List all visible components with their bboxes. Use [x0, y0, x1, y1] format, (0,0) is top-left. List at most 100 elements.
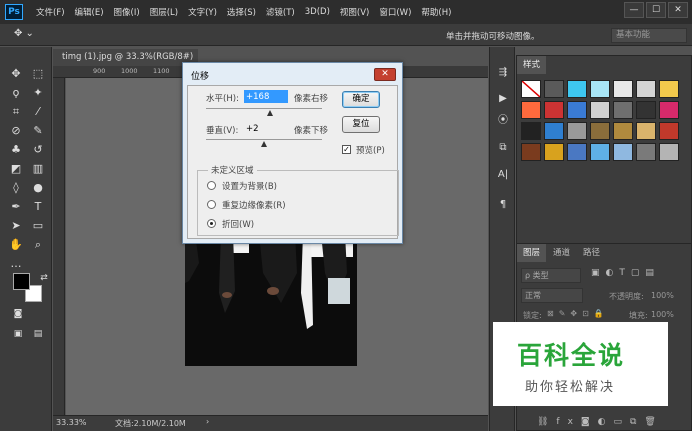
- tab-paths[interactable]: 路径: [577, 244, 606, 262]
- radio-wrap-around[interactable]: [207, 219, 216, 228]
- reset-button[interactable]: 复位: [342, 116, 380, 133]
- eraser-icon[interactable]: ◩: [6, 160, 26, 177]
- dialog-close-button[interactable]: ✕: [374, 68, 396, 81]
- style-swatch[interactable]: [613, 122, 633, 140]
- ok-button[interactable]: 确定: [342, 91, 380, 108]
- document-tab[interactable]: timg (1).jpg @ 33.3%(RGB/8#) * ×: [53, 49, 198, 78]
- marquee-tool-icon[interactable]: ⬚: [28, 65, 48, 82]
- more-tools-icon[interactable]: …: [6, 255, 26, 272]
- blend-mode-select[interactable]: 正常: [521, 288, 583, 303]
- magic-wand-icon[interactable]: ✦: [28, 84, 48, 101]
- style-swatch[interactable]: [521, 101, 541, 119]
- menu-filter[interactable]: 滤镜(T): [261, 6, 300, 18]
- layer-filter-icons[interactable]: ▣◐T▢▤: [591, 268, 660, 278]
- style-swatch[interactable]: [521, 143, 541, 161]
- style-swatch[interactable]: [544, 80, 564, 98]
- quick-mask-icon[interactable]: ◙: [8, 305, 28, 322]
- pen-tool-icon[interactable]: ✒: [6, 198, 26, 215]
- history-panel-icon[interactable]: ⇶: [495, 67, 511, 81]
- menu-3d[interactable]: 3D(D): [300, 7, 335, 17]
- menu-edit[interactable]: 编辑(E): [70, 6, 109, 18]
- menu-window[interactable]: 窗口(W): [374, 6, 416, 18]
- zoom-level[interactable]: 33.33%: [56, 418, 87, 427]
- style-swatch[interactable]: [544, 101, 564, 119]
- type-tool-icon[interactable]: T: [28, 198, 48, 215]
- menu-type[interactable]: 文字(Y): [183, 6, 222, 18]
- screen-mode-icon[interactable]: ▣: [8, 325, 28, 342]
- move-tool-icon[interactable]: ✥: [6, 65, 26, 82]
- lasso-tool-icon[interactable]: ϙ: [6, 84, 26, 101]
- style-none[interactable]: [521, 80, 541, 98]
- opacity-value[interactable]: 100%: [651, 291, 674, 300]
- character-panel-icon[interactable]: A|: [495, 169, 511, 183]
- style-swatch[interactable]: [613, 101, 633, 119]
- move-tool-preset-icon[interactable]: ✥ ⌄: [14, 28, 40, 42]
- style-swatch[interactable]: [590, 101, 610, 119]
- tab-channels[interactable]: 通道: [547, 244, 576, 262]
- option-repeat-edge[interactable]: 重复边缘像素(R): [222, 199, 286, 211]
- swap-colors-icon[interactable]: ⇄: [34, 269, 54, 286]
- vertical-slider-track[interactable]: [206, 139, 322, 140]
- info-panel-icon[interactable]: ⦿: [495, 111, 511, 126]
- clone-source-icon[interactable]: ⧉: [495, 142, 511, 156]
- maximize-button[interactable]: ☐: [646, 2, 666, 18]
- layer-filter-select[interactable]: ρ 类型: [521, 268, 581, 283]
- tab-styles[interactable]: 样式: [517, 56, 547, 74]
- style-swatch[interactable]: [659, 122, 679, 140]
- gradient-icon[interactable]: ▥: [28, 160, 48, 177]
- option-set-background[interactable]: 设置为背景(B): [222, 180, 277, 192]
- menu-help[interactable]: 帮助(H): [416, 6, 456, 18]
- horizontal-slider-thumb[interactable]: [267, 110, 273, 116]
- style-swatch[interactable]: [659, 101, 679, 119]
- style-swatch[interactable]: [544, 143, 564, 161]
- vertical-slider-thumb[interactable]: [261, 141, 267, 147]
- style-swatch[interactable]: [521, 122, 541, 140]
- style-swatch[interactable]: [590, 143, 610, 161]
- fill-value[interactable]: 100%: [651, 310, 674, 319]
- dodge-tool-icon[interactable]: ●: [28, 179, 48, 196]
- vertical-input[interactable]: [244, 122, 288, 135]
- menu-file[interactable]: 文件(F): [31, 6, 70, 18]
- clone-stamp-icon[interactable]: ♣: [6, 141, 26, 158]
- style-swatch[interactable]: [590, 80, 610, 98]
- paragraph-panel-icon[interactable]: ¶: [495, 199, 511, 213]
- blur-tool-icon[interactable]: ◊: [6, 179, 26, 196]
- workspace-selector[interactable]: 基本功能: [611, 28, 687, 43]
- style-swatch[interactable]: [544, 122, 564, 140]
- radio-repeat-edge[interactable]: [207, 200, 216, 209]
- close-window-button[interactable]: ✕: [668, 2, 688, 18]
- menu-image[interactable]: 图像(I): [109, 6, 145, 18]
- menu-layer[interactable]: 图层(L): [145, 6, 183, 18]
- screen-mode-alt-icon[interactable]: ▤: [28, 325, 48, 342]
- style-swatch[interactable]: [659, 80, 679, 98]
- layers-footer-icons[interactable]: ⛓fx◙◐▭⧉🗑: [537, 417, 664, 427]
- style-swatch[interactable]: [613, 80, 633, 98]
- history-brush-icon[interactable]: ↺: [28, 141, 48, 158]
- style-swatch[interactable]: [613, 143, 633, 161]
- status-arrow-icon[interactable]: ›: [206, 417, 209, 426]
- style-swatch[interactable]: [567, 80, 587, 98]
- style-swatch[interactable]: [636, 80, 656, 98]
- option-wrap-around[interactable]: 折回(W): [222, 218, 254, 230]
- lock-icons[interactable]: ⊠✎✥⊡🔒: [547, 309, 609, 318]
- radio-set-background[interactable]: [207, 181, 216, 190]
- menu-view[interactable]: 视图(V): [335, 6, 374, 18]
- zoom-tool-icon[interactable]: ⌕: [28, 236, 48, 253]
- style-swatch[interactable]: [590, 122, 610, 140]
- crop-tool-icon[interactable]: ⌗: [6, 103, 26, 120]
- tab-layers[interactable]: 图层: [517, 244, 547, 262]
- style-swatch[interactable]: [636, 122, 656, 140]
- horizontal-input[interactable]: [244, 90, 288, 103]
- style-swatch[interactable]: [567, 122, 587, 140]
- hand-tool-icon[interactable]: ✋: [6, 236, 26, 253]
- style-swatch[interactable]: [636, 143, 656, 161]
- actions-panel-icon[interactable]: ▶: [495, 93, 511, 107]
- style-swatch[interactable]: [567, 101, 587, 119]
- eyedropper-icon[interactable]: ⁄: [28, 103, 48, 120]
- style-swatch[interactable]: [636, 101, 656, 119]
- minimize-button[interactable]: —: [624, 2, 644, 18]
- path-selection-icon[interactable]: ➤: [6, 217, 26, 234]
- style-swatch[interactable]: [567, 143, 587, 161]
- healing-brush-icon[interactable]: ⊘: [6, 122, 26, 139]
- brush-tool-icon[interactable]: ✎: [28, 122, 48, 139]
